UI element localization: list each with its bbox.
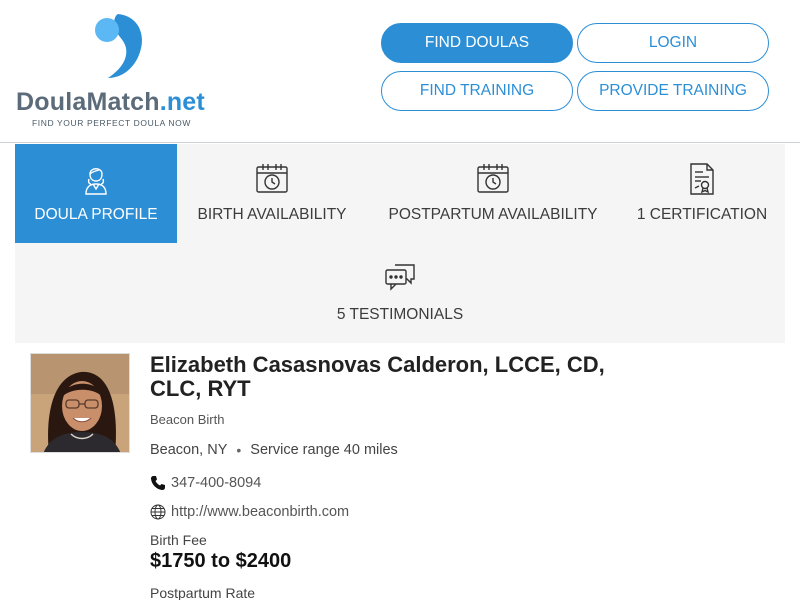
logo-tagline: FIND YOUR PERFECT DOULA NOW	[32, 118, 191, 128]
postpartum-rate-label: Postpartum Rate	[150, 585, 256, 600]
logo-wordmark: DoulaMatch.net	[16, 88, 205, 116]
separator-dot: •	[236, 442, 242, 458]
tab-doula-profile[interactable]: DOULA PROFILE	[15, 144, 177, 243]
chat-bubbles-icon	[385, 264, 415, 291]
doula-person-icon	[85, 168, 107, 195]
tab-testimonials[interactable]: 5 TESTIMONIALS	[300, 244, 500, 343]
location-row: Beacon, NY • Service range 40 miles	[150, 442, 398, 458]
calendar-clock-icon	[477, 164, 509, 193]
website-url: http://www.beaconbirth.com	[171, 504, 350, 520]
location-text: Beacon, NY	[150, 442, 228, 458]
birth-fee-label: Birth Fee	[150, 532, 207, 548]
tab-label: 5 TESTIMONIALS	[336, 306, 464, 323]
business-name: Beacon Birth	[150, 412, 225, 427]
phone-number: 347-400-8094	[171, 475, 262, 491]
birth-fee-value: $1750 to $2400	[150, 550, 292, 572]
doula-portrait-image	[31, 354, 129, 452]
logo-mark-icon	[95, 14, 142, 78]
tab-label: POSTPARTUM AVAILABILITY	[388, 206, 598, 223]
calendar-clock-icon	[256, 164, 288, 193]
certificate-icon	[690, 163, 714, 195]
doula-name: Elizabeth Casasnovas Calderon, LCCE, CD,…	[150, 352, 605, 401]
phone-link[interactable]: 347-400-8094	[150, 475, 261, 491]
site-logo[interactable]: DoulaMatch.net FIND YOUR PERFECT DOULA N…	[14, 10, 224, 135]
tab-label: 1 CERTIFICATION	[636, 206, 768, 223]
tab-label: BIRTH AVAILABILITY	[197, 206, 347, 223]
service-range-text: Service range 40 miles	[250, 442, 398, 458]
globe-icon	[150, 504, 166, 520]
phone-icon	[151, 476, 165, 490]
find-doulas-button[interactable]: FIND DOULAS	[381, 23, 573, 63]
website-link[interactable]: http://www.beaconbirth.com	[150, 504, 349, 520]
tab-certification[interactable]: 1 CERTIFICATION	[619, 144, 785, 243]
tab-birth-availability[interactable]: BIRTH AVAILABILITY	[177, 144, 367, 243]
login-button[interactable]: LOGIN	[577, 23, 769, 63]
provide-training-button[interactable]: PROVIDE TRAINING	[577, 71, 769, 111]
site-header: DoulaMatch.net FIND YOUR PERFECT DOULA N…	[0, 0, 800, 143]
doula-photo	[30, 353, 130, 453]
profile-tabs: DOULA PROFILE BIRTH AVAILABILITY POSTPAR…	[15, 144, 785, 343]
tab-label: DOULA PROFILE	[34, 206, 158, 223]
tab-postpartum-availability[interactable]: POSTPARTUM AVAILABILITY	[367, 144, 619, 243]
find-training-button[interactable]: FIND TRAINING	[381, 71, 573, 111]
